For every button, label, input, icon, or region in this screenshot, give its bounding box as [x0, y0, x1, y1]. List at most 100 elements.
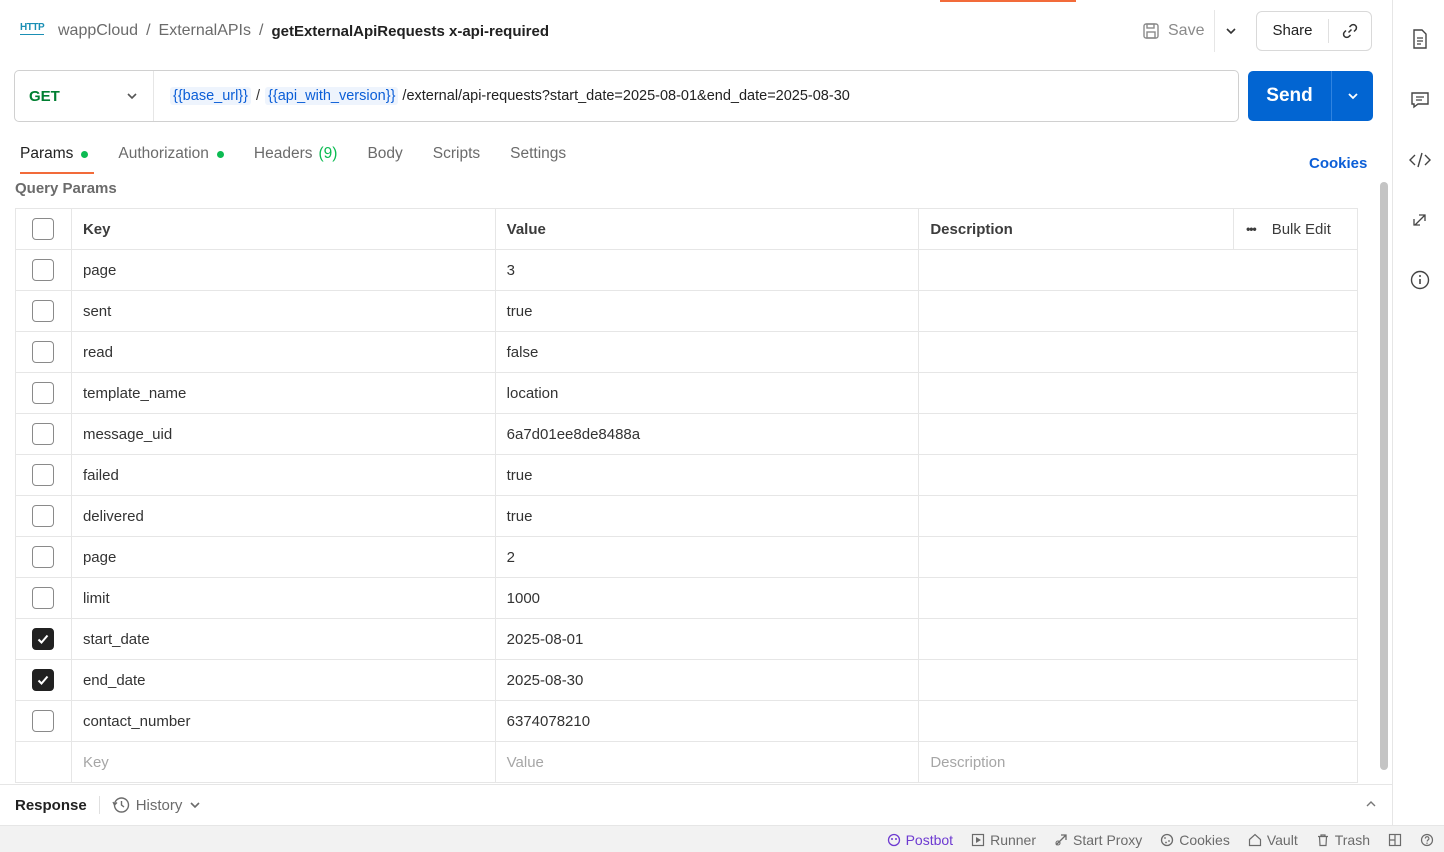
info-icon[interactable] — [1409, 269, 1431, 291]
param-value[interactable]: true — [496, 455, 920, 495]
select-all-cell — [16, 209, 72, 249]
param-key[interactable]: page — [72, 537, 496, 577]
param-description[interactable] — [919, 291, 1358, 331]
request-name[interactable]: getExternalApiRequests x-api-required — [271, 23, 549, 40]
param-value[interactable]: false — [496, 332, 920, 372]
row-checkbox[interactable] — [32, 259, 55, 281]
code-icon[interactable] — [1409, 149, 1431, 171]
param-key[interactable]: failed — [72, 455, 496, 495]
cookies-button[interactable]: Cookies — [1160, 832, 1230, 848]
runner-button[interactable]: Runner — [971, 832, 1036, 848]
tab-settings[interactable]: Settings — [510, 143, 566, 165]
row-checkbox[interactable] — [32, 505, 55, 527]
param-key[interactable]: end_date — [72, 660, 496, 700]
param-description[interactable] — [919, 537, 1358, 577]
param-key[interactable]: page — [72, 250, 496, 290]
param-description[interactable] — [919, 332, 1358, 372]
bulk-edit-button[interactable]: Bulk Edit — [1272, 221, 1331, 238]
cookies-label: Cookies — [1179, 831, 1230, 848]
param-description[interactable] — [919, 496, 1358, 536]
row-checkbox[interactable] — [32, 300, 55, 322]
param-value[interactable]: true — [496, 291, 920, 331]
vault-button[interactable]: Vault — [1248, 832, 1298, 848]
row-checkbox[interactable] — [32, 423, 55, 445]
param-description[interactable] — [919, 701, 1358, 741]
param-value[interactable]: 6374078210 — [496, 701, 920, 741]
scrollbar-thumb[interactable] — [1380, 182, 1388, 770]
param-value[interactable]: true — [496, 496, 920, 536]
url-variable-api-version[interactable]: {{api_with_version}} — [265, 87, 399, 105]
row-checkbox[interactable] — [32, 669, 55, 691]
history-dropdown[interactable]: History — [112, 796, 203, 814]
url-input[interactable]: {{base_url}} / {{api_with_version}} /ext… — [154, 87, 850, 105]
url-variable-base-url[interactable]: {{base_url}} — [170, 87, 251, 105]
param-value[interactable]: 1000 — [496, 578, 920, 618]
param-value[interactable]: 6a7d01ee8de8488a — [496, 414, 920, 454]
param-key[interactable]: contact_number — [72, 701, 496, 741]
tab-body[interactable]: Body — [367, 143, 402, 165]
tab-label: Body — [367, 145, 403, 162]
row-checkbox[interactable] — [32, 382, 55, 404]
scrollbar[interactable] — [1378, 180, 1390, 772]
comments-icon[interactable] — [1409, 89, 1431, 111]
param-key[interactable]: sent — [72, 291, 496, 331]
vault-label: Vault — [1266, 831, 1298, 848]
breadcrumb-workspace[interactable]: wappCloud — [58, 22, 138, 40]
param-key[interactable]: start_date — [72, 619, 496, 659]
row-checkbox[interactable] — [32, 587, 55, 609]
new-value-input[interactable]: Value — [496, 742, 920, 782]
param-key[interactable]: template_name — [72, 373, 496, 413]
param-value[interactable]: 3 — [496, 250, 920, 290]
param-description[interactable] — [919, 414, 1358, 454]
layout-icon — [1388, 833, 1402, 846]
param-key[interactable]: delivered — [72, 496, 496, 536]
row-checkbox[interactable] — [32, 546, 55, 568]
collapse-response-button[interactable] — [1364, 797, 1378, 814]
param-description[interactable] — [919, 619, 1358, 659]
param-description[interactable] — [919, 373, 1358, 413]
row-checkbox[interactable] — [32, 710, 55, 732]
related-requests-icon[interactable] — [1409, 209, 1431, 231]
param-description[interactable] — [919, 660, 1358, 700]
send-options-dropdown[interactable] — [1332, 89, 1373, 103]
param-key[interactable]: limit — [72, 578, 496, 618]
new-key-input[interactable]: Key — [72, 742, 496, 782]
breadcrumb-collection[interactable]: ExternalAPIs — [159, 22, 251, 40]
response-label[interactable]: Response — [15, 797, 87, 814]
param-value[interactable]: location — [496, 373, 920, 413]
save-button[interactable]: Save — [1142, 18, 1204, 44]
more-options-icon[interactable]: ••• — [1246, 222, 1257, 236]
start-proxy-label: Start Proxy — [1073, 831, 1143, 848]
save-options-dropdown[interactable] — [1214, 10, 1246, 52]
new-description-input[interactable]: Description — [919, 742, 1358, 782]
row-checkbox[interactable] — [32, 464, 55, 486]
param-description[interactable] — [919, 455, 1358, 495]
tab-authorization[interactable]: Authorization — [118, 143, 224, 165]
param-value[interactable]: 2 — [496, 537, 920, 577]
copy-link-button[interactable] — [1329, 22, 1371, 40]
tab-params[interactable]: Params — [20, 143, 95, 174]
trash-button[interactable]: Trash — [1316, 832, 1370, 848]
documentation-icon[interactable] — [1409, 28, 1431, 50]
method-select[interactable]: GET — [15, 71, 154, 121]
tab-headers[interactable]: Headers (9) — [254, 143, 338, 165]
param-key[interactable]: read — [72, 332, 496, 372]
tab-scripts[interactable]: Scripts — [433, 143, 480, 165]
row-checkbox[interactable] — [32, 341, 55, 363]
param-value[interactable]: 2025-08-01 — [496, 619, 920, 659]
layout-toggle-button[interactable] — [1388, 833, 1402, 847]
row-checkbox[interactable] — [32, 628, 55, 650]
help-button[interactable] — [1420, 833, 1434, 847]
param-description[interactable] — [919, 578, 1358, 618]
param-value[interactable]: 2025-08-30 — [496, 660, 920, 700]
postbot-button[interactable]: Postbot — [887, 832, 953, 848]
param-key[interactable]: message_uid — [72, 414, 496, 454]
share-button[interactable]: Share — [1257, 19, 1329, 43]
param-description[interactable] — [919, 250, 1358, 290]
tab-label: Settings — [510, 145, 567, 162]
send-button[interactable]: Send — [1248, 71, 1332, 121]
select-all-checkbox[interactable] — [32, 218, 55, 240]
start-proxy-button[interactable]: Start Proxy — [1054, 832, 1142, 848]
response-pane-header: Response History — [0, 784, 1392, 825]
cookies-link[interactable]: Cookies — [1309, 155, 1367, 172]
